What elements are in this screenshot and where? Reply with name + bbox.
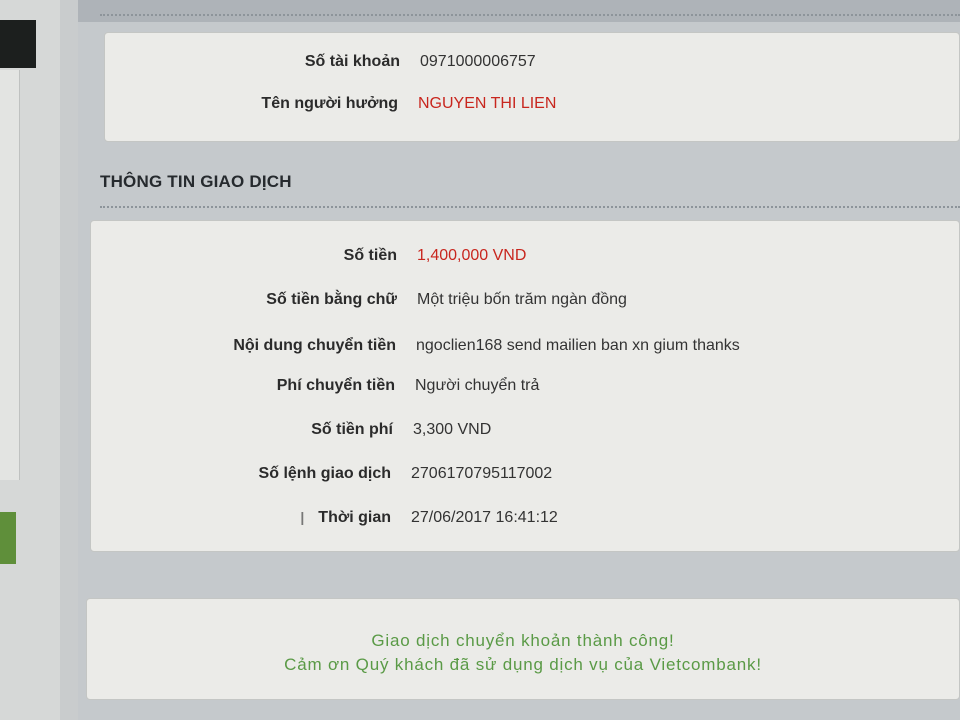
row-label: Số lệnh giao dịch: [258, 465, 391, 482]
transaction-row: Số tiền bằng chữ Một triệu bốn trăm ngàn…: [91, 291, 627, 309]
transaction-row: Phí chuyển tiền Người chuyển trả: [91, 377, 540, 395]
row-label: Số tiền: [343, 247, 397, 264]
cursor-mark-icon: |: [300, 509, 305, 525]
row-value: ngoclien168 send mailien ban xn gium tha…: [416, 337, 740, 354]
transaction-row: Số lệnh giao dịch 2706170795117002: [91, 465, 553, 483]
name-label: Tên người hưởng: [261, 95, 398, 112]
transaction-card: Số tiền 1,400,000 VND Số tiền bằng chữ M…: [90, 220, 960, 552]
section-title: THÔNG TIN GIAO DỊCH: [100, 172, 292, 191]
row-value: 27/06/2017 16:41:12: [411, 509, 558, 526]
top-band: [78, 0, 960, 22]
name-row: Tên người hưởng NGUYEN THI LIEN: [105, 95, 556, 113]
divider: [100, 14, 960, 16]
left-green-tab[interactable]: [0, 512, 16, 564]
account-value: 0971000006757: [420, 53, 536, 70]
row-value: 3,300 VND: [413, 421, 492, 438]
left-panel: [0, 70, 20, 480]
left-dark-block: [0, 20, 36, 68]
transaction-row: Số tiền 1,400,000 VND: [91, 247, 527, 265]
row-value: 1,400,000 VND: [417, 247, 527, 264]
beneficiary-card: Số tài khoản 0971000006757 Tên người hưở…: [104, 32, 960, 142]
row-label: Số tiền phí: [311, 421, 393, 438]
row-value: 2706170795117002: [411, 465, 553, 482]
result-card: Giao dịch chuyển khoản thành công! Cảm ơ…: [86, 598, 960, 700]
section-divider: [100, 206, 960, 208]
account-row: Số tài khoản 0971000006757: [105, 53, 536, 71]
main-content: Số tài khoản 0971000006757 Tên người hưở…: [78, 0, 960, 720]
success-message: Giao dịch chuyển khoản thành công!: [371, 631, 675, 650]
row-value: Một triệu bốn trăm ngàn đồng: [417, 291, 627, 308]
transaction-row: Số tiền phí 3,300 VND: [91, 421, 491, 439]
thank-you-message: Cảm ơn Quý khách đã sử dụng dịch vụ của …: [284, 655, 762, 674]
name-value: NGUYEN THI LIEN: [418, 95, 557, 112]
row-label: Phí chuyển tiền: [276, 377, 395, 394]
row-label: Nội dung chuyển tiền: [233, 337, 396, 354]
account-label: Số tài khoản: [304, 53, 400, 70]
row-label: | Thời gian: [91, 509, 391, 527]
row-value: Người chuyển trả: [415, 377, 540, 394]
transaction-row: Nội dung chuyển tiền ngoclien168 send ma…: [91, 337, 740, 355]
transaction-row: | Thời gian 27/06/2017 16:41:12: [91, 509, 558, 527]
row-label: Số tiền bằng chữ: [266, 291, 397, 308]
